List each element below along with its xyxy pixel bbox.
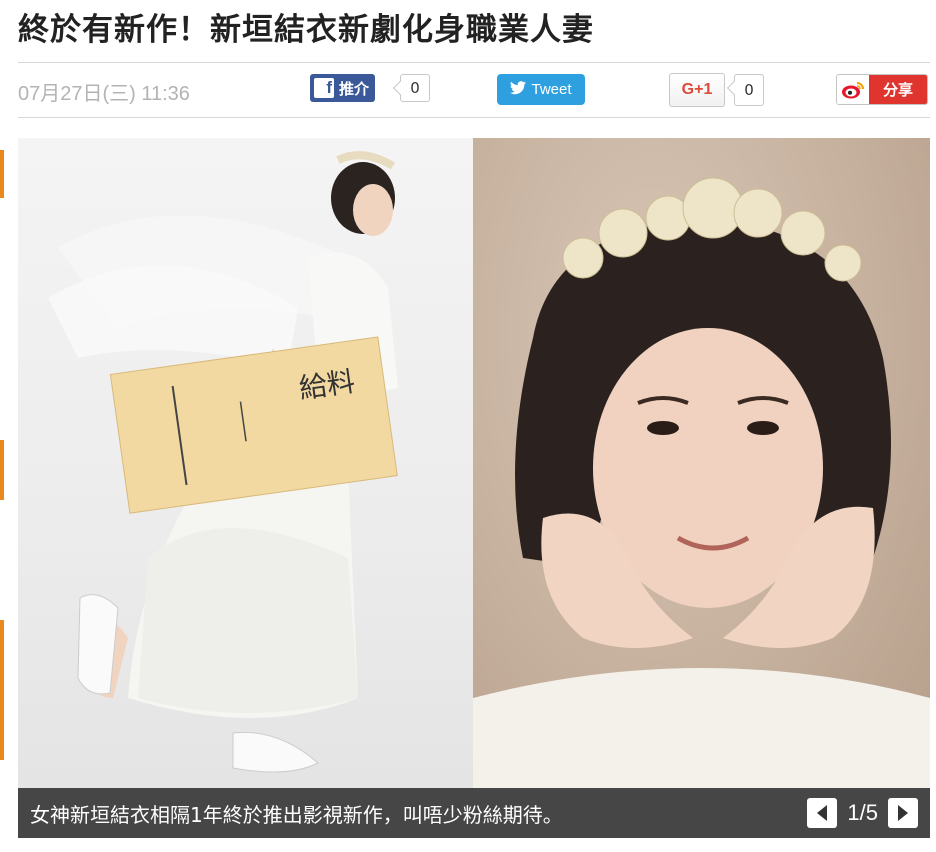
weibo-share-label: 分享 — [869, 75, 927, 104]
photo-gallery: 給料 女神新垣結衣相隔1年終於推出影視新作，叫唔少粉絲期待。 1/5 — [18, 138, 930, 838]
google-plus-count: 0 — [734, 74, 764, 106]
tweet-button-label: Tweet — [531, 81, 572, 98]
sidebar-accent-tab — [0, 440, 4, 500]
gallery-pager: 1/5 — [807, 798, 930, 828]
gallery-photo-bride-portrait — [473, 138, 930, 788]
facebook-share-count: 0 — [400, 74, 430, 102]
tweet-button[interactable]: Tweet — [497, 74, 585, 105]
facebook-icon: f — [314, 78, 334, 98]
article-datetime: 07月27日(三) 11:36 — [18, 83, 190, 105]
gallery-prev-button[interactable] — [807, 798, 838, 828]
chevron-right-icon — [896, 804, 910, 822]
chevron-left-icon — [815, 804, 829, 822]
gallery-caption-bar: 女神新垣結衣相隔1年終於推出影視新作，叫唔少粉絲期待。 1/5 — [18, 788, 930, 838]
weibo-share-button[interactable]: 分享 — [836, 74, 928, 105]
google-plus-one-button[interactable]: G+1 — [669, 73, 725, 107]
gallery-next-button[interactable] — [888, 798, 918, 828]
sidebar-accent-tab — [0, 620, 4, 760]
facebook-recommend-button[interactable]: f 推介 — [310, 74, 376, 102]
article-title: 終於有新作！新垣結衣新劇化身職業人妻 — [18, 12, 594, 48]
gallery-caption: 女神新垣結衣相隔1年終於推出影視新作，叫唔少粉絲期待。 — [30, 802, 563, 827]
photo-illustration — [473, 177, 930, 788]
article-meta-bar: 07月27日(三) 11:36 f 推介 0 Tweet G+1 0 分享 — [18, 62, 930, 118]
photo-illustration: 給料 — [48, 151, 398, 773]
sidebar-accent-tab — [0, 150, 4, 198]
twitter-bird-icon — [510, 81, 527, 98]
facebook-button-label: 推介 — [339, 79, 370, 98]
gallery-photo-bride-running: 給料 — [18, 138, 473, 788]
weibo-icon — [837, 75, 869, 104]
gallery-page-indicator: 1/5 — [847, 800, 878, 825]
